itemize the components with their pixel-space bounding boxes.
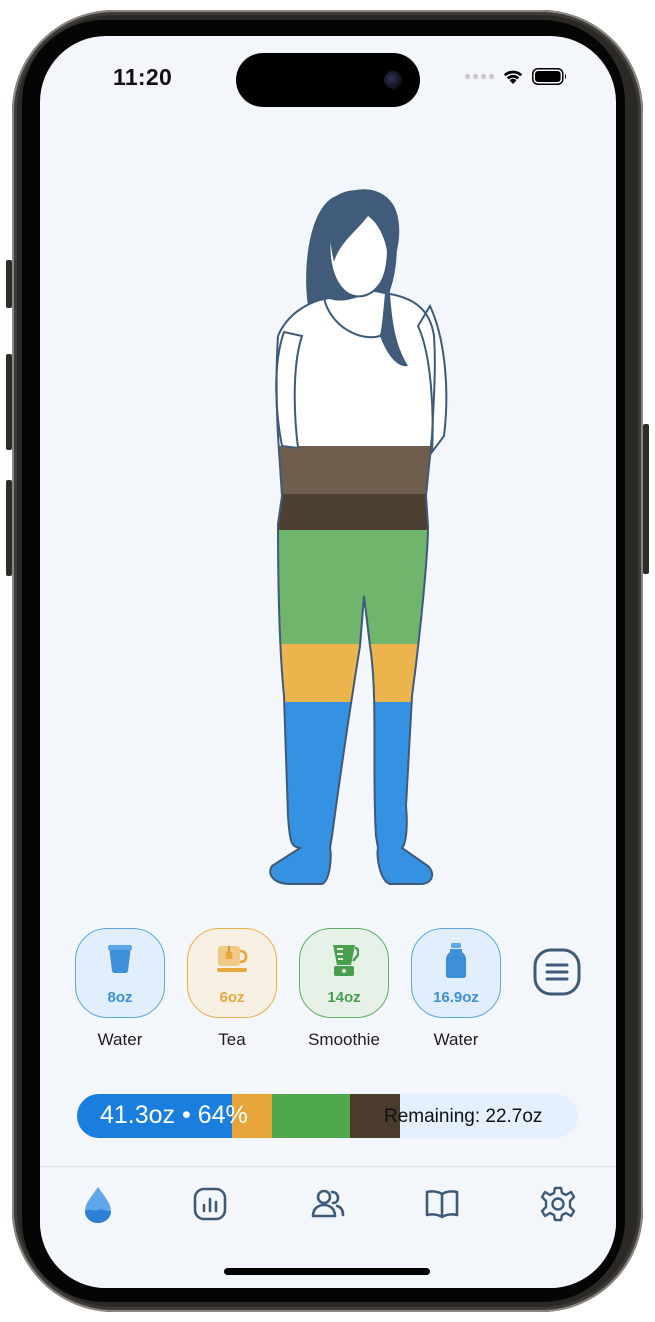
- list-menu-icon[interactable]: [532, 947, 582, 997]
- drink-label: Smoothie: [308, 1030, 380, 1049]
- drink-circle[interactable]: 8oz: [75, 928, 165, 1018]
- drink-label: Tea: [218, 1030, 246, 1049]
- book-icon[interactable]: [422, 1184, 462, 1224]
- drink-button-water-16-9oz[interactable]: 16.9oz Water: [410, 928, 502, 1050]
- tea-icon: [217, 946, 248, 972]
- battery-icon: [532, 68, 567, 85]
- daily-progress-bar: 41.3oz • 64% Remaining: 22.7oz: [77, 1094, 578, 1138]
- drink-button-smoothie-14oz[interactable]: 14oz Smoothie: [298, 928, 390, 1050]
- progress-total: 41.3oz • 64%: [100, 1101, 248, 1129]
- volume-down-button: [6, 480, 12, 576]
- volume-up-button: [6, 354, 12, 450]
- signal-icon: [465, 74, 494, 79]
- dynamic-island: [236, 53, 420, 107]
- quick-add-drinks: 8oz Water 6oz Tea 14oz Smoothie 16.9oz W…: [74, 928, 594, 1058]
- drink-amount: 16.9oz: [433, 989, 479, 1006]
- app-screen: 11:20 8oz Water 6oz Tea 14oz Smoothie 16…: [40, 36, 616, 1288]
- chart-icon[interactable]: [190, 1184, 230, 1224]
- drink-circle[interactable]: 14oz: [299, 928, 389, 1018]
- drink-label: Water: [433, 1030, 479, 1049]
- progress-remaining: Remaining: 22.7oz: [384, 1106, 543, 1127]
- drink-amount: 14oz: [327, 989, 361, 1006]
- home-indicator: [224, 1268, 430, 1275]
- drink-amount: 6oz: [219, 989, 245, 1006]
- drink-amount: 8oz: [107, 989, 133, 1006]
- side-button: [6, 260, 12, 308]
- drink-label: Water: [97, 1030, 143, 1049]
- wifi-icon: [503, 70, 523, 84]
- cup-icon: [108, 945, 132, 973]
- hydration-figure: [269, 189, 448, 885]
- fill-layer-coffee: [270, 494, 435, 532]
- fill-layer-smoothie: [270, 530, 435, 646]
- power-button: [643, 424, 649, 574]
- bottle-icon: [446, 943, 466, 978]
- people-icon[interactable]: [308, 1184, 348, 1224]
- gear-icon[interactable]: [538, 1184, 578, 1224]
- camera-icon: [384, 71, 402, 89]
- drink-button-water-8oz[interactable]: 8oz Water: [74, 928, 166, 1050]
- water-drop-icon[interactable]: [78, 1184, 118, 1224]
- drink-button-tea-6oz[interactable]: 6oz Tea: [186, 928, 278, 1050]
- fill-layer-coffee-light: [270, 446, 435, 496]
- progress-segment-smoothie: [272, 1094, 350, 1138]
- drink-circle[interactable]: 6oz: [187, 928, 277, 1018]
- blender-icon: [333, 945, 359, 976]
- drink-circle[interactable]: 16.9oz: [411, 928, 501, 1018]
- status-time: 11:20: [113, 64, 173, 90]
- status-indicators: [465, 68, 568, 85]
